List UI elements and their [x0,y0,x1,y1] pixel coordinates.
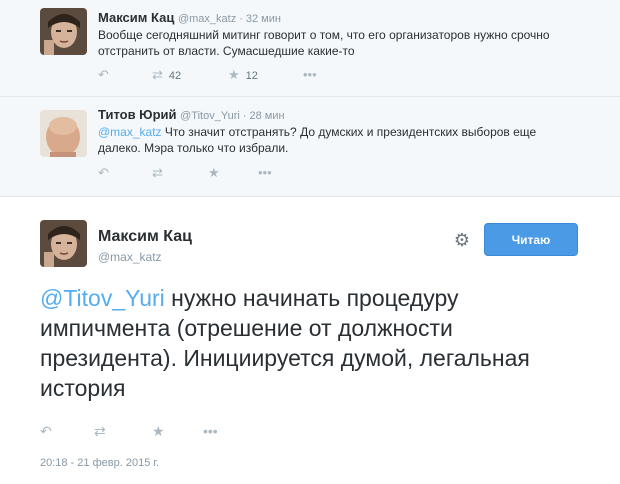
fullname[interactable]: Максим Кац [98,228,192,246]
favorite-button[interactable]: ★ 12 [228,67,258,83]
username[interactable]: @max_katz [98,250,162,264]
mention-link[interactable]: @max_katz [98,125,162,139]
star-icon: ★ [228,67,240,82]
reply-icon[interactable]: ↶ [40,423,52,440]
tweet-body: Что значит отстранять? До думских и през… [98,125,537,155]
avatar[interactable] [40,110,87,157]
more-icon[interactable]: ••• [303,67,317,82]
tweet-date[interactable]: 20:18 - 21 февр. 2015 г. [40,457,159,469]
reply-icon[interactable]: ↶ [98,165,109,181]
timestamp[interactable]: 28 мин [249,110,284,122]
star-icon[interactable]: ★ [208,165,220,181]
retweet-icon[interactable]: ⇄ [152,165,163,181]
tweet-header: Титов Юрий @Titov_Yuri · 28 мин [98,107,285,122]
tweet-text: Вообще сегодняшний митинг говорит о том,… [98,28,550,58]
retweet-icon: ⇄ [152,67,163,82]
tweet-2[interactable]: Титов Юрий @Titov_Yuri · 28 мин @max_katz … [0,97,620,193]
avatar[interactable] [40,220,87,267]
retweet-count: 42 [168,70,182,82]
fullname[interactable]: Титов Юрий [98,107,177,122]
username[interactable]: @max_katz [178,13,236,25]
tweet-text: @max_katz Что значит отстранять? До думс… [98,124,578,156]
retweet-icon[interactable]: ⇄ [94,423,106,440]
gear-icon[interactable]: ⚙ [452,230,472,250]
divider [0,196,620,197]
fullname[interactable]: Максим Кац [98,10,174,25]
timestamp[interactable]: 32 мин [246,13,281,25]
retweet-button[interactable]: ⇄ 42 [152,67,181,83]
avatar[interactable] [40,8,87,55]
favorite-count: 12 [245,70,258,82]
reply-icon[interactable]: ↶ [98,67,109,83]
more-icon[interactable]: ••• [258,165,272,180]
tweet-text: @Titov_Yuri нужно начинать процедуру имп… [40,283,580,403]
mention-link[interactable]: @Titov_Yuri [40,285,165,311]
username[interactable]: @Titov_Yuri [180,110,240,122]
more-icon[interactable]: ••• [203,423,218,439]
tweet-header: Максим Кац @max_katz · 32 мин [98,10,281,25]
dot-separator: · [242,110,247,122]
tweet-1[interactable]: Максим Кац @max_katz · 32 мин Вообще сегод… [0,0,620,96]
star-icon[interactable]: ★ [152,423,165,440]
following-button[interactable]: Читаю [484,223,578,256]
dot-separator: · [239,13,243,25]
